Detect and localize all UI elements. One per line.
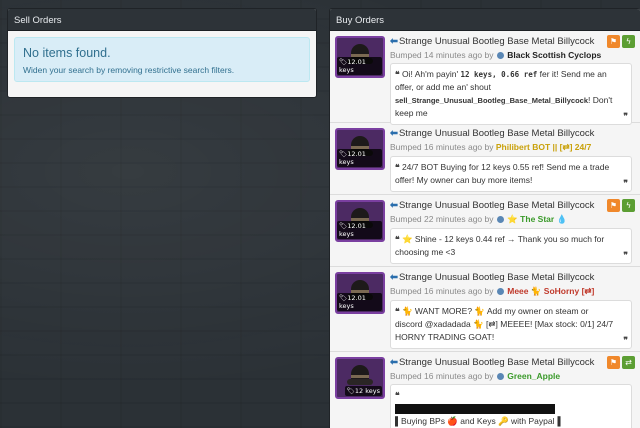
status-dot-icon: [496, 216, 504, 223]
price-tag-text: 12.01 keys: [339, 294, 366, 310]
buy-orders-heading: Buy Orders: [330, 9, 640, 31]
quote-open-icon: ❝: [395, 306, 400, 316]
listing-message: ❝ 🐈 WANT MORE? 🐈 Add my owner on steam o…: [390, 300, 632, 349]
arrow-left-icon: ⬅: [390, 36, 398, 47]
hat-band: [351, 375, 369, 378]
arrow-left-icon: ⬅: [390, 357, 398, 368]
item-name: Strange Unusual Bootleg Base Metal Billy…: [398, 200, 595, 211]
price-tag: 🏷12.01 keys: [337, 57, 382, 75]
sell-orders-heading: Sell Orders: [8, 9, 316, 31]
bump-info: Bumped 16 minutes ago by Green_Apple: [390, 371, 632, 381]
bumped-text: Bumped 22 minutes ago by: [390, 214, 494, 224]
bump-info: Bumped 16 minutes ago by Meee 🐈 SoHorny …: [390, 286, 632, 297]
item-thumbnail[interactable]: 🏷12.01 keys: [335, 272, 385, 314]
user-name[interactable]: Green_Apple: [507, 371, 560, 381]
quote-open-icon: ❝: [395, 234, 400, 244]
quote-open-icon: ❝: [395, 69, 400, 79]
bumped-text: Bumped 16 minutes ago by: [390, 371, 494, 381]
listing: 🏷12.01 keys ⬅Strange Unusual Bootleg Bas…: [330, 267, 640, 352]
status-dot-icon: [496, 373, 504, 380]
item-title[interactable]: ⬅Strange Unusual Bootleg Base Metal Bill…: [390, 200, 632, 211]
item-thumbnail[interactable]: 🏷12.01 keys: [335, 36, 385, 78]
message-text: Oi! Ah'm payin': [401, 69, 461, 79]
price-tag-text: 12.01 keys: [339, 222, 366, 238]
listing-message: ❝ Oi! Ah'm payin' 12 keys, 0.66 ref fer …: [390, 63, 632, 125]
quote-close-icon: ❞: [623, 335, 628, 345]
price-tag: 🏷12.01 keys: [337, 149, 382, 167]
message-text: ▌Buying BPs 🍎 and Keys 🔑 with Paypal▐: [395, 416, 561, 426]
message-price: 12 keys, 0.66 ref: [460, 70, 538, 79]
user-name[interactable]: Meee 🐈 SoHorny [⇄]: [507, 286, 594, 296]
status-dot-icon: [496, 288, 504, 295]
listing-message: ❝ 24/7 BOT Buying for 12 keys 0.55 ref! …: [390, 156, 632, 192]
quote-close-icon: ❞: [623, 178, 628, 188]
arrow-left-icon: ⬅: [390, 200, 398, 211]
listing: 🏷12.01 keys ⚑ ϟ ⬅Strange Unusual Bootleg…: [330, 195, 640, 267]
hat-brim: [347, 379, 373, 385]
bumped-text: Bumped 16 minutes ago by: [390, 286, 494, 296]
item-title[interactable]: ⬅Strange Unusual Bootleg Base Metal Bill…: [390, 357, 632, 368]
bumped-text: Bumped 16 minutes ago by: [390, 142, 494, 152]
status-dot-icon: [496, 52, 504, 59]
price-tag: 🏷12 keys: [344, 386, 382, 396]
item-thumbnail[interactable]: 🏷12.01 keys: [335, 200, 385, 242]
bumped-text: Bumped 14 minutes ago by: [390, 50, 494, 60]
message-text: 🐈 WANT MORE? 🐈 Add my owner on steam or …: [395, 306, 614, 342]
user-name[interactable]: ⭐ The Star 💧: [507, 214, 567, 224]
quote-close-icon: ❞: [623, 250, 628, 260]
item-thumbnail[interactable]: 🏷12 keys: [335, 357, 385, 399]
listing: 🏷12.01 keys ⚑ ϟ ⬅Strange Unusual Bootleg…: [330, 31, 640, 125]
no-items-title: No items found.: [23, 46, 111, 60]
bump-info: Bumped 16 minutes ago by Philibert BOT |…: [390, 142, 632, 153]
item-thumbnail[interactable]: 🏷12.01 keys: [335, 128, 385, 170]
item-title[interactable]: ⬅Strange Unusual Bootleg Base Metal Bill…: [390, 36, 632, 47]
item-name: Strange Unusual Bootleg Base Metal Billy…: [398, 357, 595, 368]
listing: 🏷12.01 keys ⬅Strange Unusual Bootleg Bas…: [330, 123, 640, 195]
item-name: Strange Unusual Bootleg Base Metal Billy…: [398, 128, 595, 139]
sell-orders-panel: Sell Orders No items found. Widen your s…: [7, 8, 317, 98]
item-title[interactable]: ⬅Strange Unusual Bootleg Base Metal Bill…: [390, 272, 632, 283]
price-tag-text: 12 keys: [354, 387, 380, 395]
message-text: ⭐ Shine - 12 keys 0.44 ref → Thank you s…: [395, 234, 605, 257]
price-tag-text: 12.01 keys: [339, 58, 366, 74]
price-tag-text: 12.01 keys: [339, 150, 366, 166]
quote-close-icon: ❞: [623, 111, 628, 121]
bump-info: Bumped 14 minutes ago by Black Scottish …: [390, 50, 632, 60]
item-name: Strange Unusual Bootleg Base Metal Billy…: [398, 272, 595, 283]
bump-info: Bumped 22 minutes ago by ⭐ The Star 💧: [390, 214, 632, 225]
item-title[interactable]: ⬅Strange Unusual Bootleg Base Metal Bill…: [390, 128, 632, 139]
message-banner: [395, 403, 555, 414]
user-name[interactable]: Philibert BOT || [⇄] 24/7: [496, 142, 591, 152]
arrow-left-icon: ⬅: [390, 128, 398, 139]
quote-open-icon: ❝: [395, 390, 400, 400]
user-name[interactable]: Black Scottish Cyclops: [507, 50, 601, 60]
arrow-left-icon: ⬅: [390, 272, 398, 283]
quote-open-icon: ❝: [395, 162, 400, 172]
price-tag: 🏷12.01 keys: [337, 293, 382, 311]
price-tag: 🏷12.01 keys: [337, 221, 382, 239]
buy-orders-list: 🏷12.01 keys ⚑ ϟ ⬅Strange Unusual Bootleg…: [330, 31, 640, 428]
listing-message: ❝ ⭐ Shine - 12 keys 0.44 ref → Thank you…: [390, 228, 632, 264]
no-items-hint: Widen your search by removing restrictiv…: [23, 65, 235, 75]
listing: 🏷12 keys ⚑ ⇄ ⬅Strange Unusual Bootleg Ba…: [330, 352, 640, 428]
buy-orders-panel: Buy Orders 🏷12.01 keys ⚑ ϟ ⬅Strange Unus…: [329, 8, 640, 428]
message-command: sell_Strange_Unusual_Bootleg_Base_Metal_…: [395, 96, 588, 105]
message-text: 24/7 BOT Buying for 12 keys 0.55 ref! Se…: [395, 162, 610, 185]
no-items-alert: No items found. Widen your search by rem…: [14, 37, 310, 82]
item-name: Strange Unusual Bootleg Base Metal Billy…: [398, 36, 595, 47]
listing-message: ❝ ▌Buying BPs 🍎 and Keys 🔑 with Paypal▐: [390, 384, 632, 428]
